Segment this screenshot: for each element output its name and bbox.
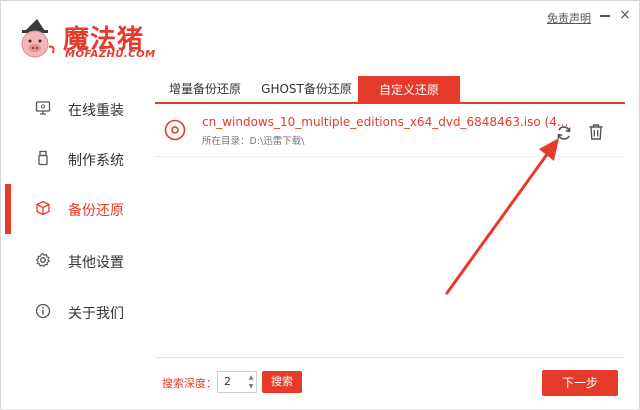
pig-wizard-logo-icon	[21, 19, 55, 58]
tab-bar: 增量备份还原 GHOST备份还原 自定义还原	[155, 76, 625, 104]
sidebar-item-label: 制作系统	[68, 153, 124, 169]
monitor-icon	[35, 101, 51, 115]
divider	[155, 357, 625, 358]
trash-icon[interactable]	[588, 123, 604, 141]
gear-icon	[35, 252, 51, 268]
search-depth-stepper[interactable]: 2 ▲ ▼	[217, 371, 257, 393]
list-item[interactable]: cn_windows_10_multiple_editions_x64_dvd_…	[155, 109, 625, 157]
cube-icon	[36, 200, 50, 216]
app-window: 魔法猪 MOFAZHU.COM 免责声明 × 在线重装 制作系统 备份还原 其他…	[0, 0, 640, 409]
sidebar-item-label: 备份还原	[68, 203, 124, 219]
stepper-down-icon[interactable]: ▼	[246, 382, 256, 391]
minimize-button[interactable]	[598, 8, 612, 22]
close-button[interactable]: ×	[618, 8, 632, 22]
sidebar-item-label: 关于我们	[68, 306, 124, 322]
file-name: cn_windows_10_multiple_editions_x64_dvd_…	[202, 115, 569, 129]
info-icon	[35, 303, 51, 319]
logo: 魔法猪 MOFAZHU.COM	[15, 13, 155, 65]
active-indicator	[5, 184, 11, 234]
window-controls: ×	[598, 8, 634, 24]
tab-incremental-backup[interactable]: 增量备份还原	[155, 76, 255, 102]
sidebar-item-other-settings[interactable]: 其他设置	[1, 236, 141, 286]
sidebar: 在线重装 制作系统 备份还原 其他设置 关于我们	[1, 71, 141, 409]
sidebar-item-about-us[interactable]: 关于我们	[1, 287, 141, 337]
sidebar-item-label: 在线重装	[68, 103, 124, 119]
stepper-up-icon[interactable]: ▲	[246, 373, 256, 382]
tab-ghost-backup[interactable]: GHOST备份还原	[255, 76, 358, 102]
sidebar-item-online-reinstall[interactable]: 在线重装	[1, 84, 141, 134]
usb-icon	[38, 150, 48, 166]
tab-custom-restore[interactable]: 自定义还原	[358, 76, 460, 104]
sidebar-item-backup-restore[interactable]: 备份还原	[1, 184, 141, 234]
disclaimer-link[interactable]: 免责声明	[547, 10, 591, 26]
search-depth-label: 搜索深度：	[162, 377, 217, 390]
disc-icon	[164, 119, 186, 141]
header: 魔法猪 MOFAZHU.COM 免责声明 ×	[1, 1, 639, 71]
refresh-icon[interactable]	[555, 124, 573, 142]
main-content: 增量备份还原 GHOST备份还原 自定义还原 cn_windows_10_mul…	[141, 71, 639, 409]
sidebar-item-make-system[interactable]: 制作系统	[1, 134, 141, 184]
file-path: 所在目录：D:\迅雷下载\	[202, 136, 305, 147]
minimize-icon	[600, 15, 610, 17]
logo-subtitle: MOFAZHU.COM	[65, 49, 156, 60]
sidebar-item-label: 其他设置	[68, 255, 124, 271]
next-step-button[interactable]: 下一步	[542, 370, 618, 396]
search-button[interactable]: 搜索	[262, 371, 302, 393]
search-depth-value: 2	[224, 375, 231, 388]
